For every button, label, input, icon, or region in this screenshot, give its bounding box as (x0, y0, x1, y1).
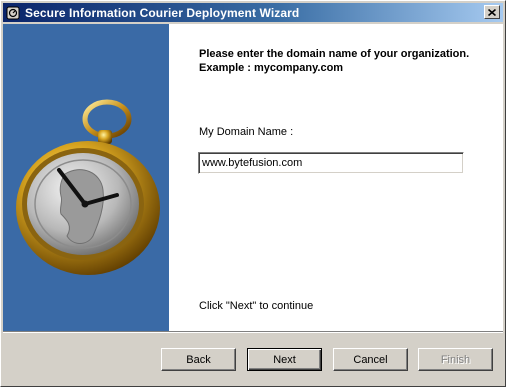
wizard-content: Please enter the domain name of your org… (169, 24, 503, 331)
domain-name-input[interactable] (198, 152, 464, 174)
page-heading: Please enter the domain name of your org… (199, 48, 470, 74)
close-button[interactable] (484, 5, 500, 19)
back-button[interactable]: Back (161, 348, 236, 371)
wizard-window: Secure Information Courier Deployment Wi… (0, 0, 506, 387)
app-icon[interactable] (5, 5, 21, 21)
close-icon (488, 8, 496, 16)
finish-button[interactable]: Finish (418, 348, 493, 371)
pocket-watch-illustration (16, 99, 160, 275)
cancel-button[interactable]: Cancel (333, 348, 408, 371)
wizard-side-banner (3, 24, 169, 331)
window-title: Secure Information Courier Deployment Wi… (25, 5, 300, 20)
continue-hint: Click "Next" to continue (199, 300, 314, 312)
title-bar[interactable]: Secure Information Courier Deployment Wi… (3, 3, 503, 22)
domain-name-label: My Domain Name : (199, 126, 294, 138)
button-separator (3, 331, 503, 333)
next-button[interactable]: Next (247, 348, 322, 371)
